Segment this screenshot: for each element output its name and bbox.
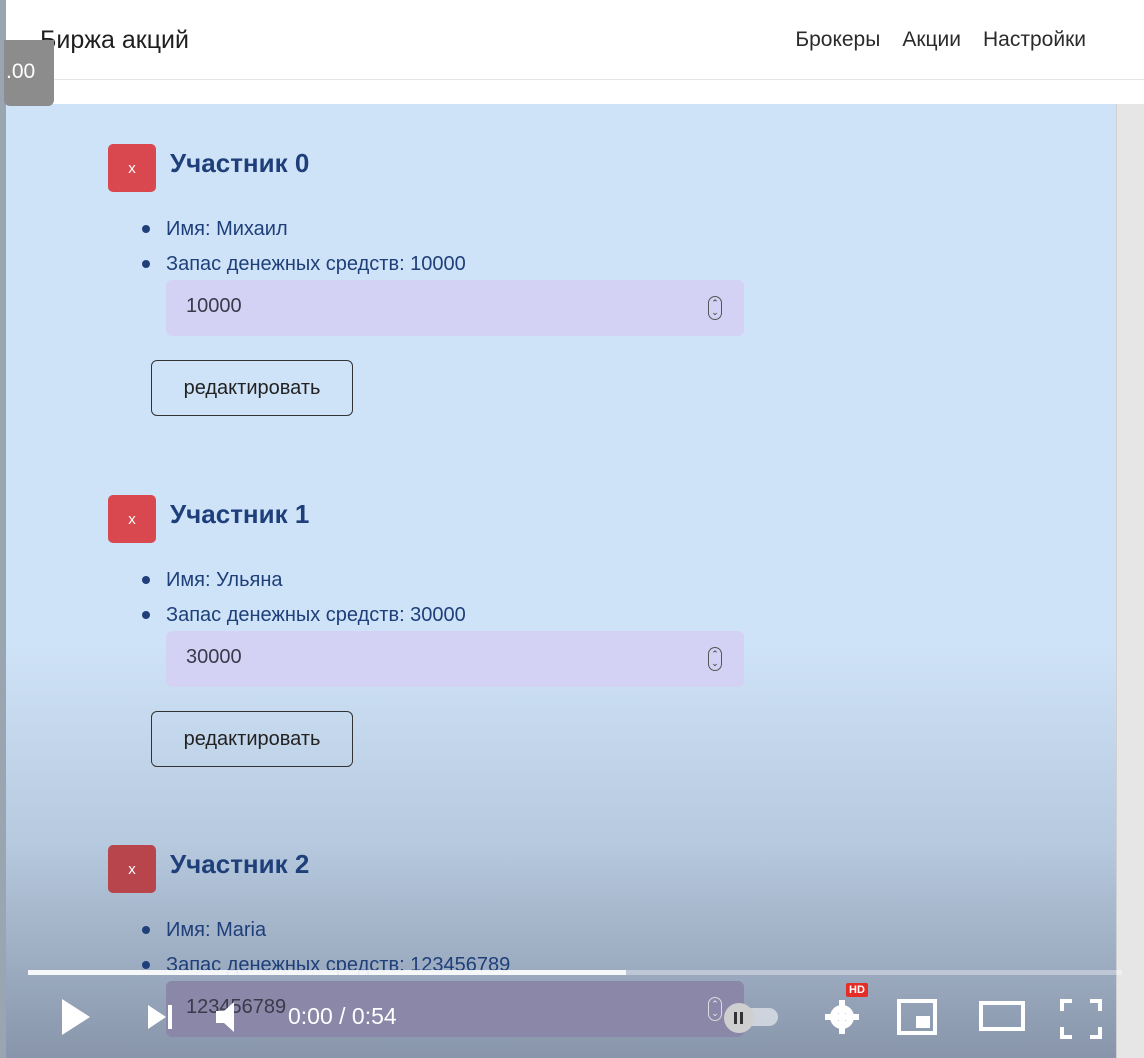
hd-badge: HD <box>846 983 868 997</box>
miniplayer-icon[interactable] <box>896 997 938 1037</box>
participant-money: Запас денежных средств: 123456789 <box>138 950 510 985</box>
participant-title: Участник 1 <box>170 499 310 529</box>
settings-icon[interactable] <box>822 997 862 1037</box>
money-input-value: 10000 <box>186 295 242 317</box>
money-input-value: 30000 <box>186 646 242 668</box>
participant-name: Имя: Михаил <box>138 214 466 249</box>
edit-button[interactable]: редактировать <box>151 711 353 767</box>
delete-participant-button[interactable]: x <box>108 144 156 192</box>
brand-title[interactable]: Биржа акций <box>40 26 189 55</box>
page-scrollbar[interactable] <box>1116 104 1144 1058</box>
participant-details: Имя: Ульяна Запас денежных средств: 3000… <box>138 565 466 635</box>
delete-participant-button[interactable]: x <box>108 495 156 543</box>
number-stepper-icon[interactable]: ⌃ ⌄ <box>708 296 722 320</box>
volume-icon[interactable] <box>214 999 248 1035</box>
edit-button[interactable]: редактировать <box>151 360 353 416</box>
pause-icon <box>724 1003 754 1033</box>
nav-link-settings[interactable]: Настройки <box>983 28 1086 52</box>
video-timer-badge: .00 <box>4 40 54 106</box>
nav-link-brokers[interactable]: Брокеры <box>795 28 880 52</box>
money-number-input[interactable]: 30000 ⌃ ⌄ <box>166 631 744 687</box>
video-time-display: 0:00 / 0:54 <box>288 1003 397 1029</box>
video-progress-bar[interactable] <box>28 970 1122 975</box>
next-icon[interactable] <box>146 1001 176 1033</box>
nav-link-stocks[interactable]: Акции <box>902 28 961 52</box>
nav-links: Брокеры Акции Настройки <box>795 28 1086 52</box>
participant-name: Имя: Ульяна <box>138 565 466 600</box>
video-controls: 0:00 / 0:54 HD <box>0 983 1144 1058</box>
money-number-input[interactable]: 10000 ⌃ ⌄ <box>166 280 744 336</box>
play-icon[interactable] <box>58 997 92 1037</box>
participant-title: Участник 2 <box>170 849 310 879</box>
participant-details: Имя: Михаил Запас денежных средств: 1000… <box>138 214 466 284</box>
delete-participant-button[interactable]: x <box>108 845 156 893</box>
participant-title: Участник 0 <box>170 148 310 178</box>
main-content: x Участник 0 Имя: Михаил Запас денежных … <box>6 104 1116 1058</box>
theater-icon[interactable] <box>978 999 1026 1035</box>
participant-money: Запас денежных средств: 10000 <box>138 249 466 284</box>
top-navbar: Биржа акций Брокеры Акции Настройки <box>0 0 1144 80</box>
fullscreen-icon[interactable] <box>1058 997 1104 1041</box>
autoplay-toggle[interactable] <box>722 1003 780 1033</box>
number-stepper-icon[interactable]: ⌃ ⌄ <box>708 647 722 671</box>
participant-name: Имя: Maria <box>138 915 510 950</box>
video-buffered-fill <box>28 970 627 975</box>
participant-money: Запас денежных средств: 30000 <box>138 600 466 635</box>
